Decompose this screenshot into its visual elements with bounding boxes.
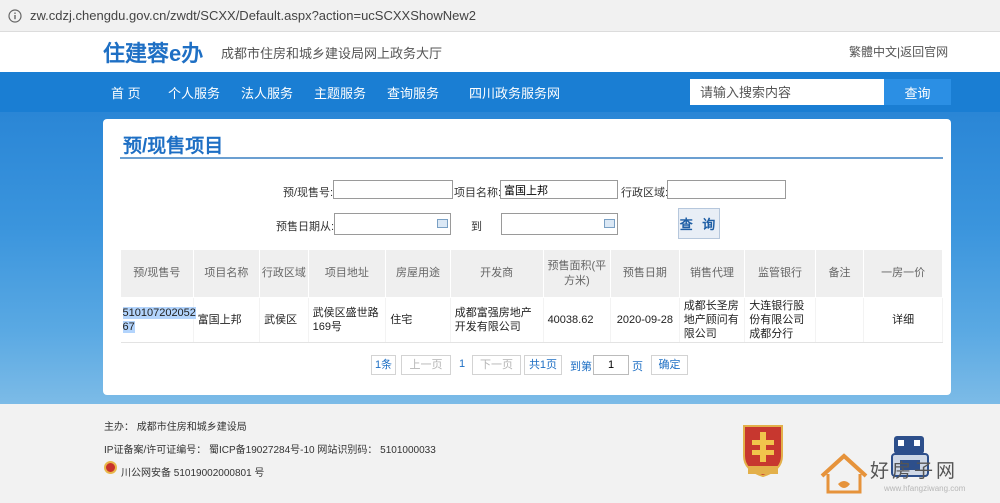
project-name-cell: 富国上邦 [193,297,261,343]
info-icon [8,9,22,23]
goto-page-input[interactable] [593,355,629,375]
column-header: 房屋用途 [385,249,451,298]
browser-url[interactable]: zw.cdzj.chengdu.gov.cn/zwdt/SCXX/Default… [30,8,476,23]
footer-icp[interactable]: IP证备案/许可证编号： 蜀ICP备19027284号-10 网站识别码： 51… [104,441,436,456]
project-name-input[interactable] [500,180,618,199]
developer-cell: 成都富强房地产开发有限公司 [450,297,544,343]
column-header: 行政区域 [259,249,309,298]
next-page-button[interactable]: 下一页 [472,355,521,375]
search-button[interactable]: 查询 [884,79,951,105]
district-label: 行政区域: [621,187,669,199]
presale-project-panel: 预/现售项目 预/现售号: 项目名称: 行政区域: 预售日期从: 到 查 询 预… [103,119,951,395]
nav-personal-services[interactable]: 个人服务 [168,83,220,102]
nav-corporate-services[interactable]: 法人服务 [241,83,293,102]
area-cell: 40038.62 [543,297,612,343]
presale-no-input[interactable] [333,180,453,199]
column-header: 监管银行 [744,249,816,298]
date-to-input[interactable] [501,213,618,235]
site-logo[interactable]: 住建蓉e办 [103,36,203,68]
column-header: 一房一价 [863,249,943,298]
presale-no-cell[interactable]: 510107202052 67 [122,307,196,333]
total-pages: 共1页 [524,355,562,375]
results-table: 预/现售号 项目名称 行政区域 项目地址 房屋用途 开发商 预售面积(平方米) … [120,249,943,343]
footer-sponsor: 主办： 成都市住房和城乡建设局 [104,422,247,433]
bank-cell: 大连银行股份有限公司成都分行 [744,297,816,343]
browser-address-bar[interactable]: zw.cdzj.chengdu.gov.cn/zwdt/SCXX/Default… [0,0,1000,32]
district-cell: 武侯区 [259,297,309,343]
column-header: 预售面积(平方米) [542,249,612,298]
prev-page-button[interactable]: 上一页 [401,355,451,375]
gov-seal-icon[interactable] [740,422,786,478]
nav-query-services[interactable]: 查询服务 [387,83,439,102]
goto-suffix: 页 [632,361,643,373]
site-header: 住建蓉e办 成都市住房和城乡建设局网上政务大厅 繁體中文|返回官网 [0,32,1000,72]
date-from-label: 预售日期从: [276,221,335,233]
calendar-icon[interactable] [437,219,448,228]
table-header-row: 预/现售号 项目名称 行政区域 项目地址 房屋用途 开发商 预售面积(平方米) … [120,249,943,298]
search-input[interactable] [690,79,884,105]
police-badge-icon [104,461,117,474]
column-header: 开发商 [449,249,544,298]
column-header: 备注 [814,249,865,298]
project-name-label: 项目名称: [454,187,502,199]
calendar-icon[interactable] [604,219,615,228]
watermark-text: 好房子网 [870,460,959,482]
district-input[interactable] [667,180,786,199]
goto-prefix: 到第 [570,361,592,373]
column-header: 预/现售号 [120,249,194,298]
title-divider [120,157,943,159]
agent-cell: 成都长圣房地产顾问有限公司 [679,297,746,343]
query-button[interactable]: 查 询 [678,208,720,239]
table-row: 510107202052 67 富国上邦 武侯区 武侯区盛世路169号 住宅 成… [120,297,943,343]
nav-theme-services[interactable]: 主题服务 [314,83,366,102]
date-from-input[interactable] [334,213,451,235]
detail-link[interactable]: 详细 [863,297,943,343]
nav-sichuan-gov-portal[interactable]: 四川政务服务网 [469,83,560,102]
date-to-label: 到 [471,221,482,233]
footer-police-record[interactable]: 川公网安备 51019002000801 号 [121,464,264,479]
column-header: 项目名称 [192,249,261,298]
site-subtitle: 成都市住房和城乡建设局网上政务大厅 [221,46,443,61]
note-cell [815,297,865,343]
nav-home[interactable]: 首 页 [111,83,141,102]
main-nav: 首 页 个人服务 法人服务 主题服务 查询服务 四川政务服务网 查询 [0,72,1000,112]
language-home-links[interactable]: 繁體中文|返回官网 [849,43,948,60]
column-header: 预售日期 [610,249,680,298]
column-header: 项目地址 [307,249,387,298]
confirm-page-button[interactable]: 确定 [651,355,688,375]
presale-no-label: 预/现售号: [283,187,334,199]
column-header: 销售代理 [678,249,746,298]
date-cell: 2020-09-28 [610,297,680,343]
panel-title: 预/现售项目 [123,136,224,157]
address-cell: 武侯区盛世路169号 [308,297,387,343]
watermark-url: www.hfangziwang.com [884,484,966,493]
usage-cell: 住宅 [385,297,451,343]
current-page: 1 [459,358,466,370]
record-count: 1条 [371,355,396,375]
